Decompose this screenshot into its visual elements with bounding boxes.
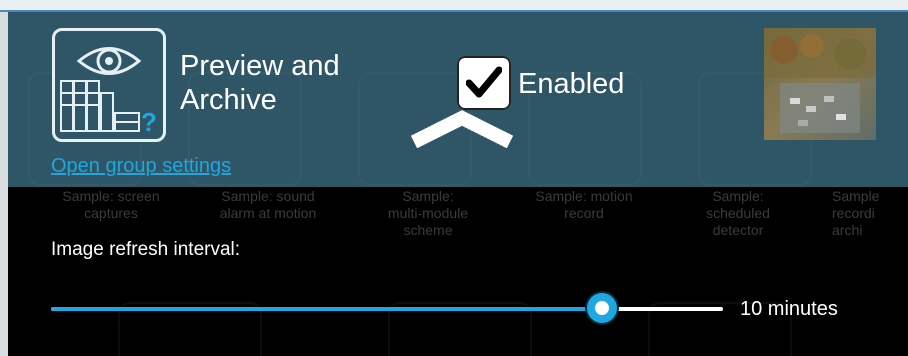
collapse-chevron-icon[interactable] — [410, 108, 514, 148]
window-top-bar — [0, 0, 908, 12]
refresh-interval-slider[interactable] — [51, 293, 723, 323]
enabled-checkbox[interactable] — [457, 56, 511, 110]
refresh-interval-value: 10 minutes — [740, 298, 838, 320]
module-title-line1: Preview and — [180, 50, 340, 82]
slider-fill — [51, 307, 602, 311]
open-group-settings-link[interactable]: Open group settings — [51, 155, 231, 178]
module-header: ? Preview and Archive Enabled Open group… — [8, 12, 908, 187]
checkmark-icon — [466, 66, 502, 98]
enabled-label[interactable]: Enabled — [518, 68, 624, 101]
module-title: Preview and Archive — [180, 49, 340, 117]
sample-item[interactable]: Sample: screen captures — [41, 188, 181, 222]
refresh-interval-label: Image refresh interval: — [51, 239, 241, 260]
slider-handle[interactable] — [587, 293, 617, 323]
sample-item[interactable]: Sample: motion record — [514, 188, 654, 222]
camera-preview-thumbnail[interactable] — [764, 28, 876, 140]
module-title-line2: Archive — [180, 84, 277, 116]
module-panel: ? Preview and Archive Enabled Open group… — [8, 12, 908, 356]
sample-item[interactable]: Sample: sound alarm at motion — [198, 188, 338, 222]
sample-item[interactable]: Sample recordi archi — [832, 188, 908, 239]
sample-item[interactable]: Sample: multi-module scheme — [358, 188, 498, 239]
svg-text:?: ? — [141, 107, 157, 137]
sample-item[interactable]: Sample: scheduled detector — [668, 188, 808, 239]
eye-archive-icon[interactable]: ? — [52, 28, 166, 142]
